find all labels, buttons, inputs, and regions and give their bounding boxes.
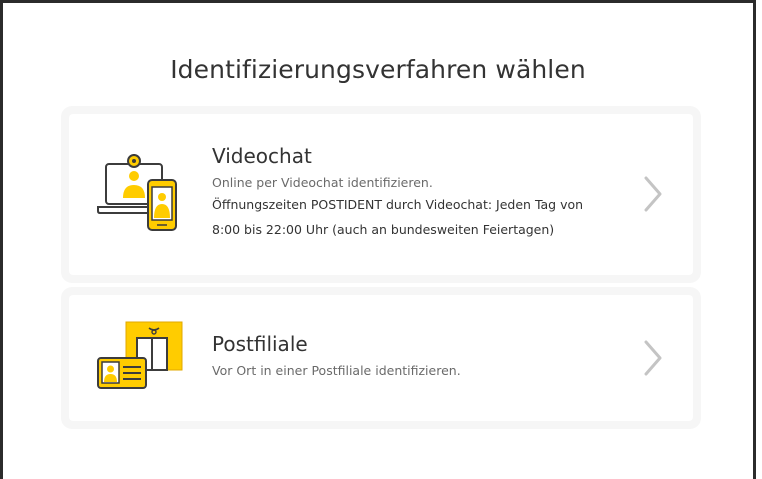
- videochat-option-card[interactable]: Videochat Online per Videochat identifiz…: [69, 114, 693, 275]
- postfiliale-option-card[interactable]: Postfiliale Vor Ort in einer Postfiliale…: [69, 295, 693, 421]
- videochat-icon: [97, 154, 179, 236]
- chevron-right-icon: [643, 340, 663, 380]
- videochat-subtitle: Online per Videochat identifizieren.: [212, 175, 433, 190]
- chevron-right-icon: [643, 176, 663, 216]
- postfiliale-title: Postfiliale: [212, 332, 308, 356]
- postfiliale-subtitle: Vor Ort in einer Postfiliale identifizie…: [212, 363, 461, 378]
- videochat-title: Videochat: [212, 144, 312, 168]
- post-office-icon: [97, 321, 183, 393]
- app-window: Identifizierungsverfahren wählen Videoch…: [0, 0, 756, 479]
- page-title: Identifizierungsverfahren wählen: [170, 55, 586, 84]
- videochat-opening-hours: Öffnungszeiten POSTIDENT durch Videochat…: [212, 197, 584, 237]
